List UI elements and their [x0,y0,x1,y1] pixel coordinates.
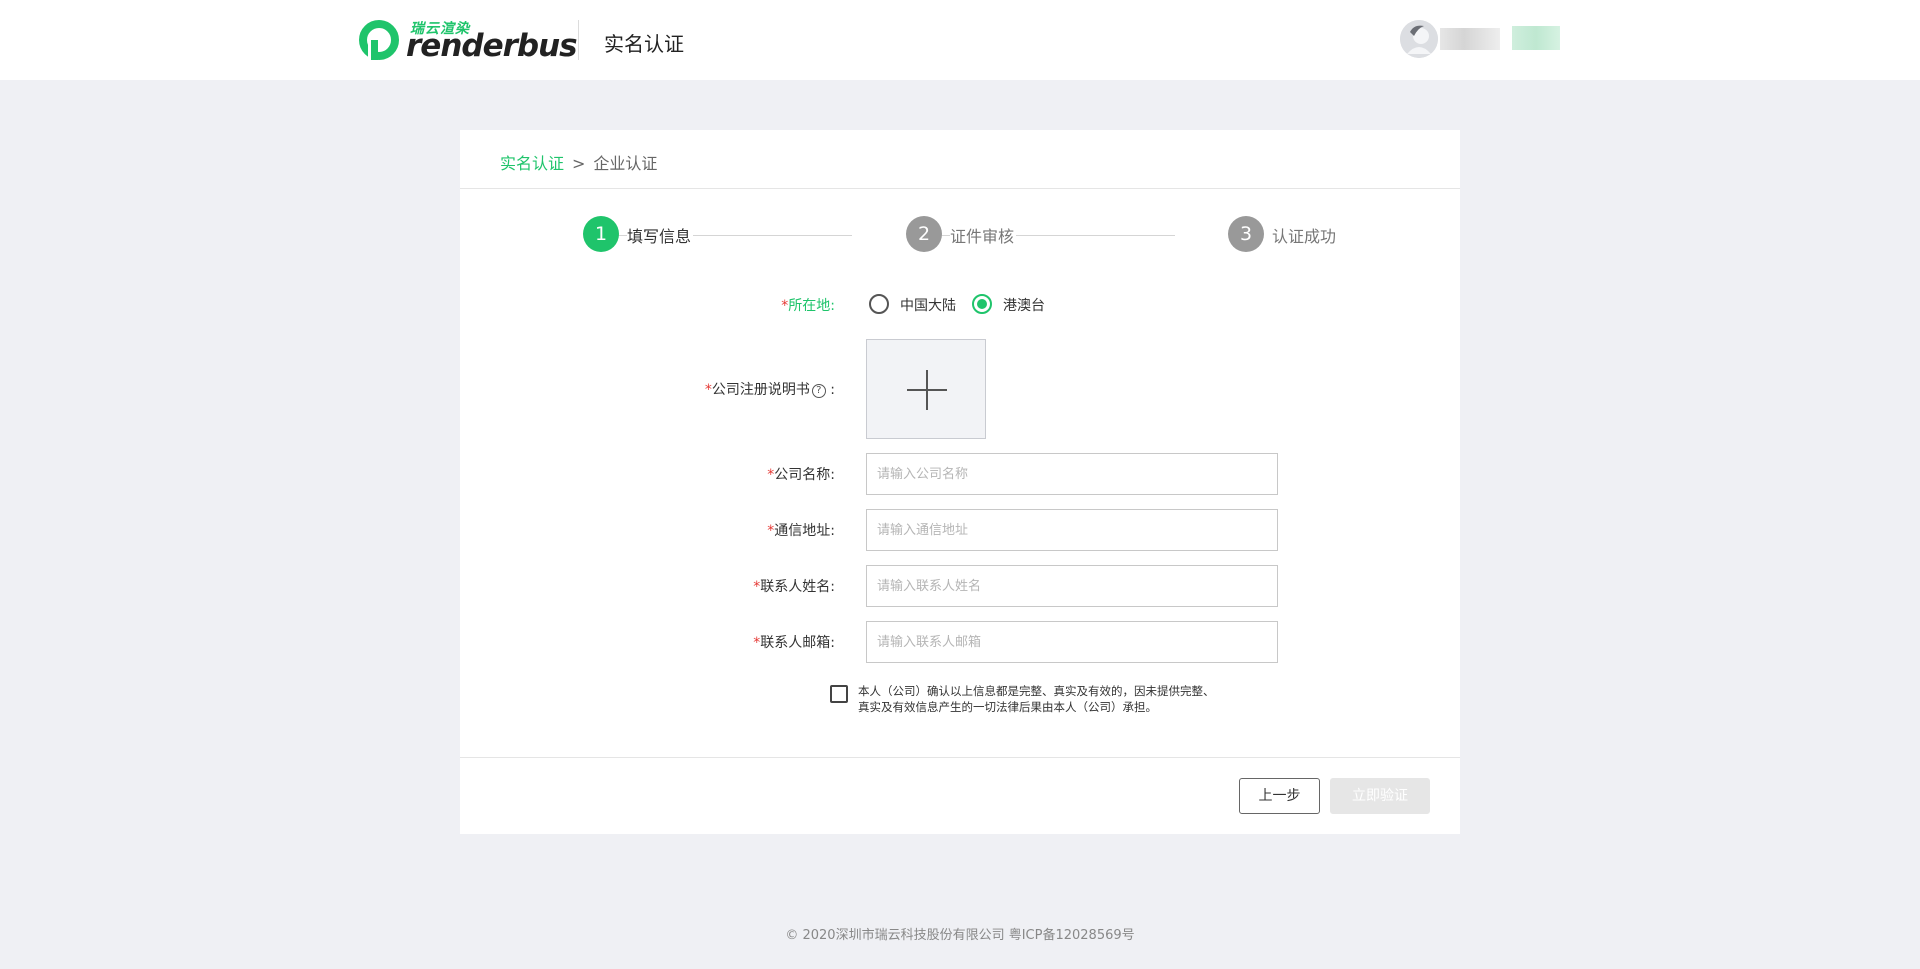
contact-email-label: *联系人邮箱: [753,635,835,651]
contact-name-label: *联系人姓名: [753,579,835,595]
company-name-label: *公司名称: [767,467,835,483]
logo-english-text: renderbus [406,28,578,64]
contact-email-input[interactable] [866,621,1278,663]
renderbus-logo-mark-icon [359,20,399,62]
progress-steps: 1 填写信息 2 证件审核 3 认证成功 [460,216,1460,256]
verification-card: 实名认证 > 企业认证 1 填写信息 2 证件审核 3 认证成功 *所在地: 中国大… [460,130,1460,834]
step-label: 证件审核 [950,223,1017,247]
user-avatar[interactable] [1400,20,1438,58]
card-divider [460,188,1460,189]
contact-name-input[interactable] [866,565,1278,607]
step-number: 2 [906,216,942,252]
renderbus-logo[interactable]: 瑞云渲染 renderbus [358,18,578,64]
plus-icon [926,370,928,410]
radio-checked-icon[interactable] [972,294,992,314]
registration-doc-label: *公司注册说明书? : [704,382,835,398]
step-number: 3 [1228,216,1264,252]
previous-step-button[interactable]: 上一步 [1239,778,1320,814]
agreement-text: 本人（公司）确认以上信息都是完整、真实及有效的，因未提供完整、 真实及有效信息产… [858,684,1215,714]
page-title: 实名认证 [604,32,684,56]
breadcrumb-current: 企业认证 [593,154,658,173]
breadcrumb-separator: > [572,154,586,173]
registration-doc-upload[interactable] [866,339,986,439]
help-question-icon[interactable]: ? [811,384,826,398]
top-header: 瑞云渲染 renderbus 实名认证 [0,0,1920,80]
company-name-input[interactable] [866,453,1278,495]
card-divider [460,757,1460,758]
header-divider [578,20,579,60]
step-number: 1 [583,216,619,252]
breadcrumb-link-real-name[interactable]: 实名认证 [500,154,564,173]
account-badge-blurred[interactable] [1512,26,1560,50]
breadcrumb: 实名认证 > 企业认证 [500,150,657,174]
username-blurred[interactable] [1440,28,1500,50]
radio-label: 中国大陆 [900,298,956,314]
footer-copyright: © 2020深圳市瑞云科技股份有限公司 粤ICP备12028569号 [785,928,1135,943]
step-label: 填写信息 [627,223,694,247]
address-label: *通信地址: [767,523,835,539]
step-label: 认证成功 [1272,223,1339,247]
user-avatar-icon [1400,20,1438,58]
verify-now-button[interactable]: 立即验证 [1330,778,1430,814]
agreement-checkbox[interactable] [830,685,848,703]
location-label: *所在地: [781,298,835,314]
radio-label: 港澳台 [1003,298,1045,314]
radio-unchecked-icon[interactable] [869,294,889,314]
address-input[interactable] [866,509,1278,551]
